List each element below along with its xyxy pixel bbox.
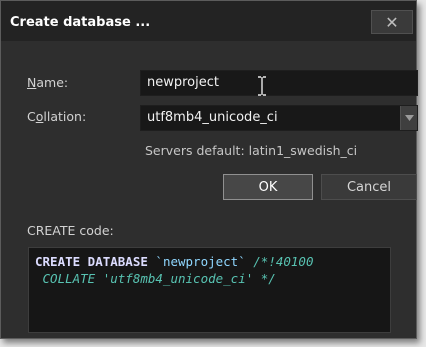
code-identifier: `newproject` bbox=[155, 254, 246, 269]
dialog-title: Create database ... bbox=[10, 15, 151, 30]
name-input[interactable]: newproject bbox=[140, 70, 418, 96]
close-button[interactable]: ✕ bbox=[371, 10, 413, 34]
collation-label-pre: C bbox=[27, 109, 36, 124]
name-label: Name: bbox=[27, 75, 68, 90]
create-code-label: CREATE code: bbox=[27, 223, 114, 238]
text-cursor-icon bbox=[258, 76, 266, 96]
dropdown-arrow-glyph bbox=[404, 115, 414, 121]
code-line-1: CREATE DATABASE `newproject` /*!40100 bbox=[35, 253, 390, 270]
collation-select-value: utf8mb4_unicode_ci bbox=[147, 110, 278, 125]
close-icon: ✕ bbox=[385, 12, 399, 32]
name-input-value: newproject bbox=[147, 75, 219, 90]
servers-default-text: Servers default: latin1_swedish_ci bbox=[145, 143, 358, 158]
code-line-2: COLLATE 'utf8mb4_unicode_ci' */ bbox=[35, 270, 390, 287]
create-code-editor[interactable]: CREATE DATABASE `newproject` /*!40100 CO… bbox=[28, 247, 391, 333]
cancel-button[interactable]: Cancel bbox=[321, 174, 417, 200]
collation-label-rest: llation: bbox=[43, 109, 87, 124]
code-comment-start: /*!40100 bbox=[253, 254, 314, 269]
ok-button[interactable]: OK bbox=[223, 174, 313, 200]
collation-label: Collation: bbox=[27, 109, 86, 124]
code-keyword: CREATE DATABASE bbox=[35, 254, 148, 269]
code-comment-collate: COLLATE 'utf8mb4_unicode_ci' */ bbox=[35, 271, 276, 286]
name-label-rest: ame: bbox=[36, 75, 69, 90]
create-database-dialog: Create database ... ✕ Name: newproject C… bbox=[0, 0, 418, 339]
name-label-accel: N bbox=[27, 75, 37, 90]
chevron-down-icon[interactable] bbox=[400, 106, 417, 130]
title-bar: Create database ... ✕ bbox=[1, 1, 416, 41]
collation-select[interactable]: utf8mb4_unicode_ci bbox=[140, 105, 418, 131]
